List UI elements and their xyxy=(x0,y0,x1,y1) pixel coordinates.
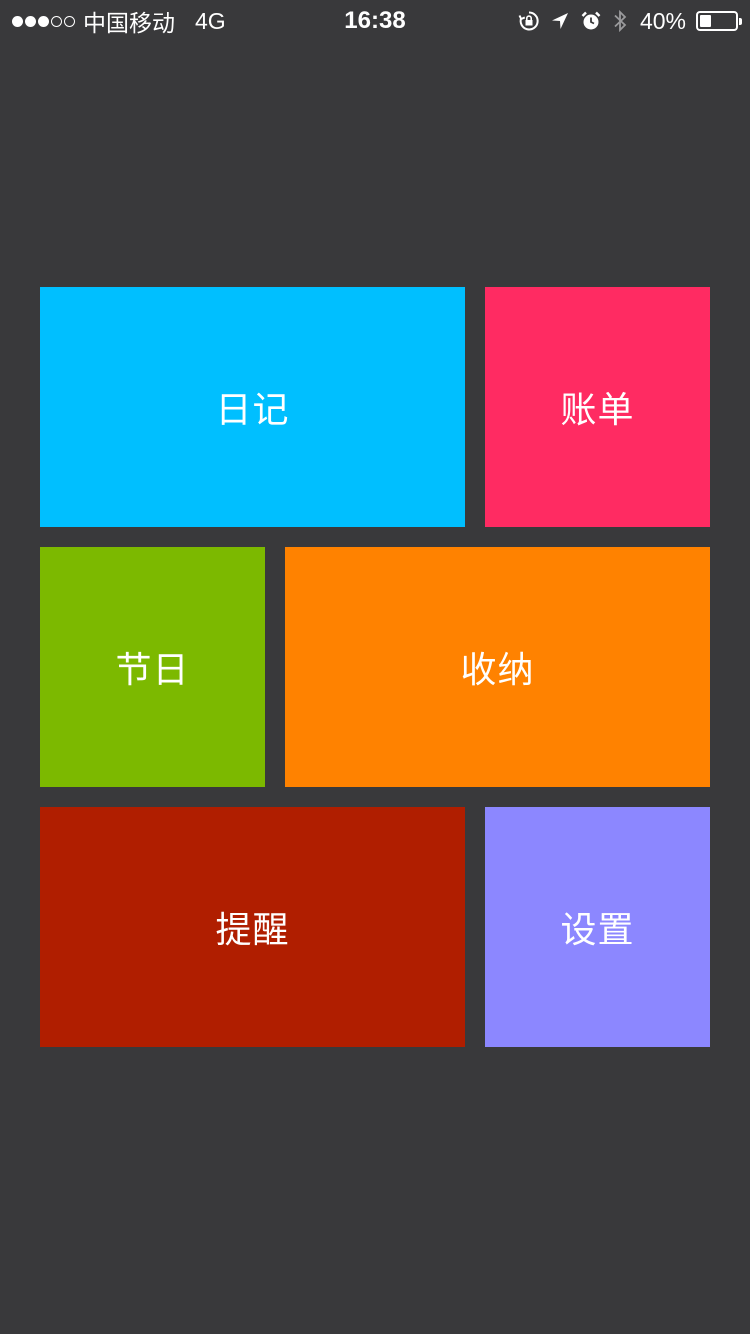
alarm-clock-icon xyxy=(580,10,602,32)
storage-tile-label: 收纳 xyxy=(460,650,535,691)
reminder-tile-label: 提醒 xyxy=(215,910,290,951)
orientation-lock-icon xyxy=(518,10,540,32)
battery-percent: 40% xyxy=(639,7,686,34)
location-arrow-icon xyxy=(550,11,570,31)
diary-tile[interactable]: 日记 xyxy=(40,287,465,527)
settings-tile[interactable]: 设置 xyxy=(485,807,710,1047)
battery-icon xyxy=(696,11,742,31)
festival-tile-label: 节日 xyxy=(115,650,190,691)
battery-cap xyxy=(739,18,742,25)
status-right: 40% xyxy=(518,6,742,36)
status-bar: 中国移动 4G 16:38 40% xyxy=(0,0,750,40)
reminder-tile[interactable]: 提醒 xyxy=(40,807,465,1047)
storage-tile[interactable]: 收纳 xyxy=(285,547,710,787)
bluetooth-icon xyxy=(612,9,628,33)
diary-tile-label: 日记 xyxy=(215,390,290,431)
battery-fill xyxy=(700,15,712,27)
settings-tile-label: 设置 xyxy=(560,910,635,951)
bill-tile[interactable]: 账单 xyxy=(485,287,710,527)
bill-tile-label: 账单 xyxy=(560,390,635,431)
festival-tile[interactable]: 节日 xyxy=(40,547,265,787)
